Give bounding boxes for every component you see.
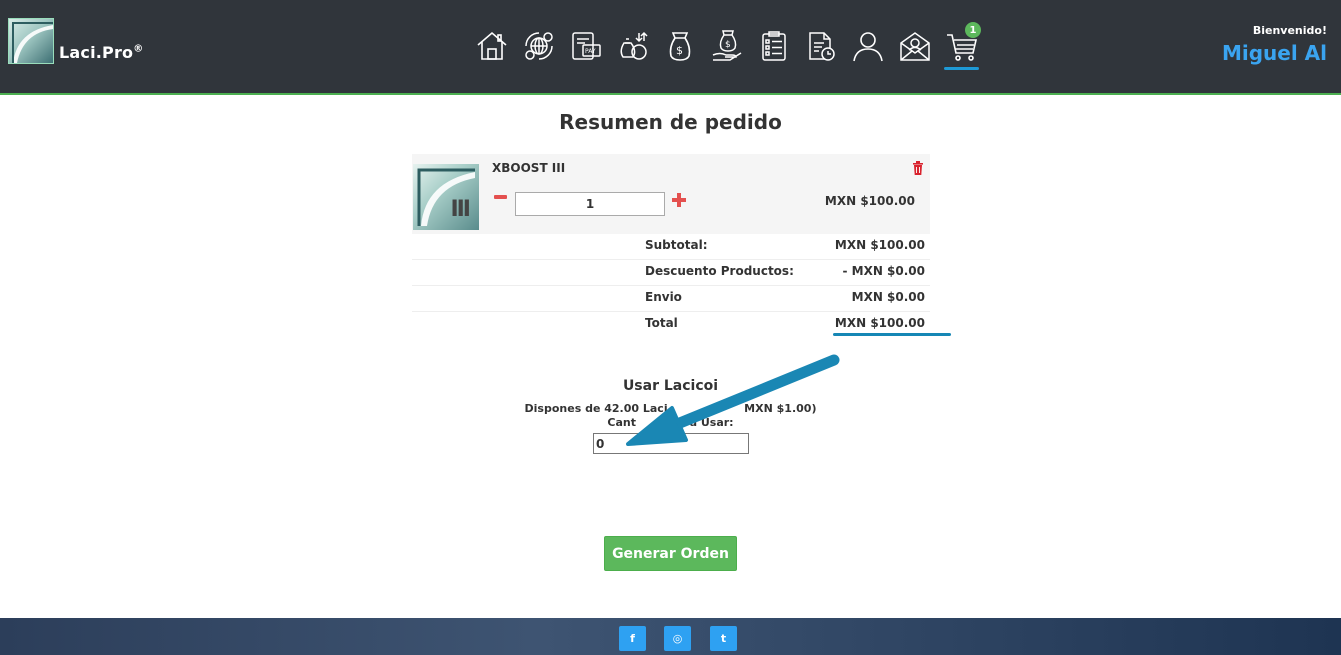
top-navbar: Laci.Pro® PAY $ $ 1 Bienvenido! Miguel A… (0, 0, 1341, 95)
product-thumb-label: III (450, 197, 471, 222)
main-nav: PAY $ $ 1 (468, 22, 985, 70)
instagram-button[interactable]: ◎ (664, 626, 691, 651)
order-summary: Subtotal: MXN $100.00 Descuento Producto… (412, 234, 930, 338)
total-highlight-underline (833, 333, 951, 336)
user-name[interactable]: Miguel Al (1222, 41, 1327, 65)
user-icon (852, 32, 883, 62)
cart-count-badge: 1 (965, 22, 981, 38)
summary-label: Envio (645, 290, 682, 304)
twitter-icon: t (720, 632, 727, 645)
minus-icon (494, 195, 507, 199)
product-thumbnail: III (413, 164, 479, 230)
pay-card-icon: PAY (571, 32, 601, 60)
globe-exchange-icon (524, 32, 553, 60)
facebook-icon: f (630, 632, 635, 645)
footer: f ◎ t (0, 618, 1341, 655)
nav-user[interactable] (844, 26, 891, 66)
brand-name: Laci.Pro® (59, 43, 144, 62)
home-icon (476, 31, 507, 60)
welcome-label: Bienvenido! (1252, 24, 1327, 37)
nav-money-hand[interactable]: $ (703, 26, 750, 66)
cart-item: III XBOOST III MXN $100.00 (412, 154, 930, 234)
checklist-icon (761, 31, 786, 61)
quantity-input[interactable] (515, 192, 665, 216)
money-transfer-icon (620, 31, 648, 60)
lacicoin-quantity-label: Cant a Usar: (607, 416, 734, 429)
summary-label: Descuento Productos: (645, 264, 794, 278)
lacicoin-balance-info: Dispones de 42.00 Laci MXN $1.00) (524, 402, 817, 415)
lacicoin-title: Usar Lacicoi (622, 378, 719, 394)
summary-row-shipping: Envio MXN $0.00 (412, 286, 930, 312)
nav-pay[interactable]: PAY (562, 26, 609, 66)
summary-value: - MXN $0.00 (842, 264, 925, 278)
brand[interactable]: Laci.Pro® (8, 18, 143, 64)
nav-checklist[interactable] (750, 26, 797, 66)
generate-order-button[interactable]: Generar Orden (604, 536, 737, 571)
lacicoin-quantity-input[interactable] (593, 433, 749, 454)
welcome-block: Bienvenido! Miguel Al (1222, 24, 1327, 65)
quantity-decrease-button[interactable] (494, 190, 508, 204)
nav-cart[interactable]: 1 (938, 22, 985, 70)
item-price: MXN $100.00 (824, 194, 915, 208)
twitter-button[interactable]: t (710, 626, 737, 651)
nav-exchange[interactable] (515, 26, 562, 66)
summary-row-subtotal: Subtotal: MXN $100.00 (412, 234, 930, 260)
mail-icon (899, 32, 930, 61)
brand-logo (8, 18, 54, 64)
summary-value: MXN $100.00 (834, 238, 925, 252)
summary-value: MXN $100.00 (834, 316, 925, 330)
quantity-increase-button[interactable] (672, 193, 686, 207)
summary-label: Total (645, 316, 678, 330)
money-bag-icon: $ (669, 32, 690, 61)
summary-label: Subtotal: (645, 238, 708, 252)
money-hand-icon: $ (712, 30, 741, 61)
report-clock-icon (808, 32, 835, 61)
page-title: Resumen de pedido (559, 110, 782, 134)
lacicoin-section: Usar Lacicoi Dispones de 42.00 Laci MXN … (0, 378, 1341, 429)
nav-transfer[interactable] (609, 26, 656, 66)
svg-text:$: $ (725, 40, 731, 50)
product-name: XBOOST III (492, 161, 566, 175)
summary-value: MXN $0.00 (851, 290, 925, 304)
instagram-icon: ◎ (672, 632, 683, 645)
nav-home[interactable] (468, 26, 515, 66)
nav-report[interactable] (797, 26, 844, 66)
nav-money-bag[interactable]: $ (656, 26, 703, 66)
nav-mail[interactable] (891, 26, 938, 66)
facebook-button[interactable]: f (619, 626, 646, 651)
summary-row-discount: Descuento Productos: - MXN $0.00 (412, 260, 930, 286)
svg-text:PAY: PAY (585, 48, 596, 55)
svg-text:$: $ (676, 44, 683, 57)
trash-icon[interactable] (912, 161, 924, 175)
